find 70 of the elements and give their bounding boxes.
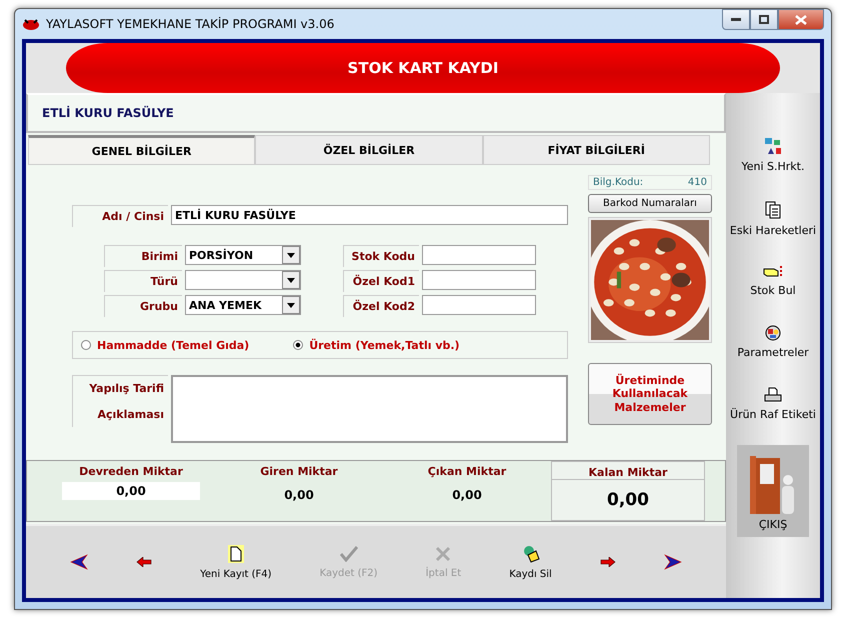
close-icon bbox=[795, 14, 807, 24]
caret-icon bbox=[287, 252, 295, 258]
checkmark-icon bbox=[340, 546, 358, 562]
total-label: Kalan Miktar bbox=[552, 466, 704, 480]
radio-button[interactable] bbox=[81, 340, 91, 350]
sidebar-button[interactable]: Stok Bul bbox=[750, 265, 796, 297]
field-label: Açıklaması bbox=[97, 408, 164, 421]
tab[interactable]: FİYAT BİLGİLERİ bbox=[482, 135, 710, 165]
field-label: Stok Kodu bbox=[352, 250, 415, 263]
materials-button[interactable]: Üretiminde Kullanılacak Malzemeler bbox=[588, 363, 712, 425]
input-field[interactable] bbox=[422, 270, 536, 290]
previous-button[interactable] bbox=[134, 555, 154, 569]
maximize-icon bbox=[759, 15, 769, 24]
sidebar-button[interactable]: Parametreler bbox=[737, 325, 809, 359]
document-icon bbox=[228, 544, 244, 562]
total-value: 0,00 bbox=[62, 482, 200, 500]
next-button[interactable] bbox=[662, 552, 684, 572]
close-button[interactable] bbox=[778, 9, 824, 30]
barcode-button[interactable]: Barkod Numaraları bbox=[588, 194, 712, 213]
right-arrow-icon bbox=[600, 557, 616, 567]
documents-icon bbox=[764, 201, 781, 219]
field-label: Yapılış Tarifi bbox=[89, 382, 164, 396]
right-arrow-icon bbox=[664, 554, 682, 570]
previous-button[interactable] bbox=[68, 552, 90, 572]
name-field[interactable]: ETLİ KURU FASÜLYE bbox=[171, 205, 568, 225]
input-field[interactable] bbox=[422, 295, 536, 315]
field-label: Birimi bbox=[141, 250, 178, 263]
combo-box[interactable]: PORSİYON bbox=[185, 245, 301, 265]
field-label: Grubu bbox=[140, 300, 178, 313]
field-label: Özel Kod2 bbox=[352, 300, 415, 313]
sidebar-button[interactable]: Ürün Raf Etiketi bbox=[730, 387, 816, 421]
recipe-field[interactable] bbox=[171, 375, 568, 443]
sidebar-button[interactable]: Yeni S.Hrkt. bbox=[741, 137, 804, 173]
window-title: YAYLASOFT YEMEKHANE TAKİP PROGRAMI v3.06 bbox=[46, 17, 336, 31]
exit-button[interactable]: ÇIKIŞ bbox=[737, 445, 809, 537]
field-label: Türü bbox=[150, 275, 178, 288]
header-title: STOK KART KAYDI bbox=[348, 59, 498, 77]
total-label: Giren Miktar bbox=[260, 465, 338, 478]
field-label: Özel Kod1 bbox=[352, 275, 415, 288]
cross-icon bbox=[435, 546, 452, 562]
caret-icon bbox=[287, 278, 295, 282]
record-name: ETLİ KURU FASÜLYE bbox=[42, 106, 174, 120]
total-label: Çıkan Miktar bbox=[428, 465, 506, 478]
next-button[interactable] bbox=[598, 555, 618, 569]
minimize-icon bbox=[731, 18, 741, 21]
input-field[interactable] bbox=[422, 245, 536, 265]
code-value: 410 bbox=[688, 177, 707, 188]
combo-box[interactable] bbox=[185, 270, 301, 290]
left-arrow-icon bbox=[136, 557, 152, 567]
maximize-button[interactable] bbox=[750, 9, 778, 30]
settings-icon bbox=[765, 325, 781, 341]
toolbar-button[interactable]: Kaydı Sil bbox=[507, 542, 554, 582]
combo-box[interactable]: ANA YEMEK bbox=[185, 295, 301, 315]
code-label: Bilg.Kodu: bbox=[593, 177, 644, 188]
total-label: Devreden Miktar bbox=[79, 465, 183, 478]
minimize-button[interactable] bbox=[722, 9, 750, 30]
total-value: 0,00 bbox=[607, 489, 649, 510]
toolbar-button[interactable]: Yeni Kayıt (F4) bbox=[198, 542, 274, 582]
field-label: Adı / Cinsi bbox=[102, 210, 164, 223]
caret-icon bbox=[287, 302, 295, 308]
tab[interactable]: ÖZEL BİLGİLER bbox=[255, 135, 483, 165]
sidebar-button[interactable]: Eski Hareketleri bbox=[730, 201, 816, 237]
radio-button[interactable] bbox=[293, 340, 304, 350]
left-arrow-icon bbox=[70, 554, 88, 570]
diagram-icon bbox=[764, 137, 782, 155]
tab[interactable]: GENEL BİLGİLER bbox=[28, 135, 256, 165]
total-value: 0,00 bbox=[452, 487, 482, 502]
total-value: 0,00 bbox=[284, 487, 314, 502]
printer-icon bbox=[764, 387, 782, 403]
app-icon bbox=[22, 17, 40, 31]
